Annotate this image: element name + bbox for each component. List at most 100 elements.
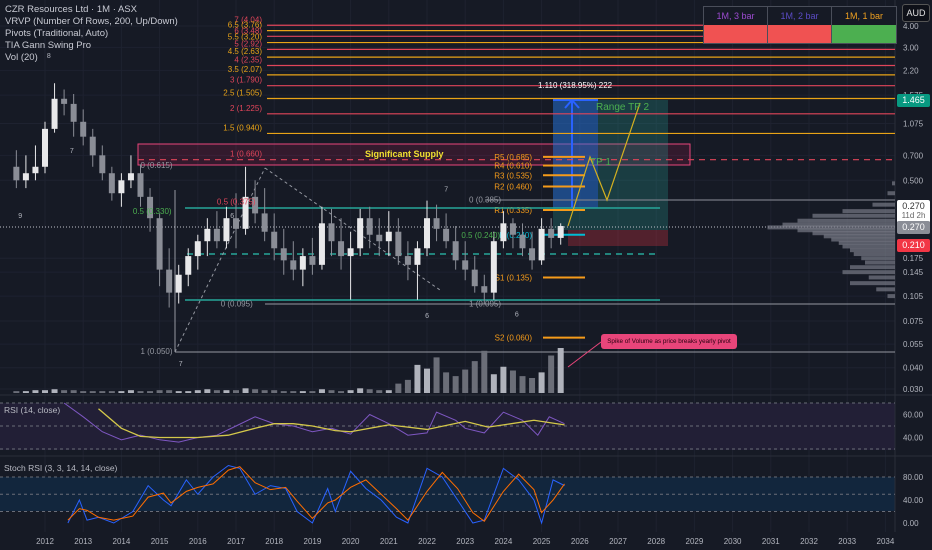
fib-label: 1 (0.050) <box>141 347 173 356</box>
significant-supply-label: Significant Supply <box>365 149 444 159</box>
rsi-title[interactable]: RSI (14, close) <box>4 405 60 415</box>
price-axis-label: 0.040 <box>903 364 924 373</box>
volume-bar <box>147 391 154 393</box>
candle-body <box>433 218 440 229</box>
candle-body <box>452 241 459 261</box>
table-cell-3bar <box>704 25 768 43</box>
indicator-vrvp[interactable]: VRVP (Number Of Rows, 200, Up/Down) <box>5 16 178 28</box>
time-axis-label: 2016 <box>189 537 207 546</box>
candle-body <box>462 260 469 270</box>
candle-body <box>366 218 373 235</box>
time-axis-label: 2014 <box>113 537 131 546</box>
time-axis-label: 2013 <box>74 537 92 546</box>
price-chart[interactable]: 7 (4.04)6.5 (3.76)6 (3.48)5.5 (3.20)5 (2… <box>0 0 932 550</box>
table-cell-1bar <box>832 25 896 43</box>
candle-body <box>548 228 555 238</box>
candle-body <box>509 223 516 235</box>
indicator-gann[interactable]: TIA Gann Swing Pro <box>5 40 178 52</box>
gann-level-label: 2.5 (1.505) <box>223 89 262 98</box>
volume-bar <box>500 366 507 393</box>
range-measure-zone[interactable] <box>553 100 598 208</box>
gann-level-label: 4 (2.35) <box>234 55 262 64</box>
time-axis-label: 2034 <box>877 537 895 546</box>
candle-body <box>108 173 115 194</box>
volume-bar <box>99 391 106 393</box>
time-axis-label: 2027 <box>609 537 627 546</box>
candle-body <box>443 228 450 242</box>
pivot-label: S2 (0.060) <box>495 334 533 343</box>
time-axis-label: 2033 <box>838 537 856 546</box>
candle-body <box>424 218 430 249</box>
stop-zone[interactable] <box>568 230 668 246</box>
stoch-axis-label: 0.00 <box>903 519 919 528</box>
volume-bar <box>462 369 469 393</box>
candle-body <box>481 286 488 293</box>
candle-body <box>261 213 268 232</box>
pivot-label: R2 (0.460) <box>494 182 532 191</box>
indicator-volume[interactable]: Vol (20) <box>5 52 178 64</box>
candle-body <box>471 269 478 287</box>
price-axis-label: 0.030 <box>903 385 924 394</box>
pivot-label: S1 (0.135) <box>495 273 533 282</box>
price-axis-label: 2.20 <box>903 66 919 75</box>
time-axis-label: 2022 <box>418 537 436 546</box>
candle-body <box>299 256 306 270</box>
indicator-pivots[interactable]: Pivots (Traditional, Auto) <box>5 28 178 40</box>
fib-label: 0 (0.615) <box>141 161 173 170</box>
volume-bar <box>22 391 29 393</box>
volume-profile-bar <box>887 294 895 299</box>
volume-bar <box>529 378 536 393</box>
volume-bar <box>347 390 354 393</box>
gann-level-label: 3 (1.790) <box>230 76 262 85</box>
currency-button[interactable]: AUD <box>902 4 930 22</box>
stoch-axis-label: 80.00 <box>903 473 924 482</box>
time-axis-label: 2021 <box>380 537 398 546</box>
volume-bar <box>271 390 278 393</box>
fib-label: 0.5 (0.375) <box>217 198 256 207</box>
price-axis-label: 0.145 <box>903 268 924 277</box>
time-axis-label: 2029 <box>686 537 704 546</box>
volume-bar <box>42 390 48 393</box>
volume-spike-callout[interactable]: Spike of Volume as price breaks yearly p… <box>601 334 737 349</box>
last-price-badge: 0.270 11d 2h <box>897 200 930 223</box>
swing-count-label: 9 <box>18 213 22 220</box>
candle-body <box>557 226 564 238</box>
volume-bar <box>204 389 211 393</box>
candle-body <box>414 248 421 265</box>
candle-body <box>32 166 39 174</box>
volume-bar <box>452 376 459 393</box>
volume-bar <box>118 391 125 393</box>
volume-bar <box>338 391 345 393</box>
stoch-rsi-title[interactable]: Stoch RSI (3, 3, 14, 14, close) <box>4 463 117 473</box>
volume-bar <box>80 391 87 393</box>
candle-body <box>118 180 125 194</box>
swing-count-label: 6 <box>425 313 429 320</box>
table-cell-2bar <box>768 25 832 43</box>
symbol-title[interactable]: CZR Resources Ltd · 1M · ASX <box>5 4 178 16</box>
volume-profile-bar <box>812 213 895 218</box>
volume-bar <box>538 372 545 393</box>
table-header-2bar: 1M, 2 bar <box>768 7 832 25</box>
fib-label: 0 (0.095) <box>221 300 253 309</box>
candle-body <box>137 173 144 197</box>
candle-body <box>395 231 402 257</box>
candle-body <box>328 223 335 242</box>
volume-bar <box>471 361 478 393</box>
volume-profile-bar <box>876 287 895 292</box>
volume-bar <box>127 390 134 393</box>
pivot-label: R3 (0.535) <box>494 171 532 180</box>
table-header-1bar: 1M, 1 bar <box>832 7 896 25</box>
volume-bar <box>252 389 259 393</box>
volume-bar <box>328 390 335 393</box>
candle-body <box>89 136 96 156</box>
volume-profile-bar <box>868 275 895 280</box>
volume-bar <box>548 355 555 393</box>
volume-bar <box>481 350 488 393</box>
volume-bar <box>137 391 144 393</box>
volume-profile-bar <box>842 270 895 275</box>
price-axis-label: 0.075 <box>903 317 924 326</box>
rsi-axis-label: 60.00 <box>903 411 924 420</box>
volume-profile-bar <box>861 256 895 261</box>
volume-bar <box>233 390 239 393</box>
volume-bar <box>261 390 268 393</box>
